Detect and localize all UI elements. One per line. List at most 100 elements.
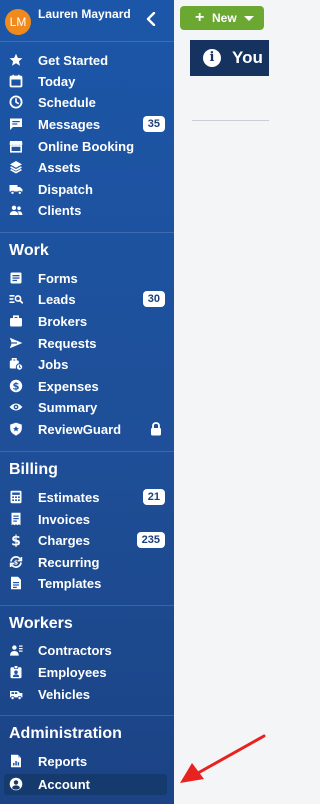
nav-label: Contractors bbox=[38, 643, 112, 658]
nav-label: Invoices bbox=[38, 512, 91, 527]
nav-label: ReviewGuard bbox=[38, 422, 122, 437]
section-title-administration: Administration bbox=[9, 725, 122, 742]
store-icon bbox=[9, 139, 23, 153]
nav-label: Vehicles bbox=[38, 687, 91, 702]
nav-item-estimates[interactable]: Estimates 21 bbox=[0, 487, 174, 508]
new-button-label: New bbox=[212, 11, 237, 25]
count-badge: 30 bbox=[142, 291, 165, 307]
nav-item-templates[interactable]: Templates bbox=[0, 573, 174, 594]
template-icon bbox=[9, 576, 23, 590]
count-badge: 21 bbox=[142, 489, 165, 505]
plus-icon: + bbox=[195, 9, 205, 26]
briefcase-clock-icon bbox=[9, 357, 23, 371]
nav-label: Leads bbox=[38, 292, 76, 307]
truck-icon bbox=[9, 182, 23, 196]
caret-down-icon bbox=[244, 16, 254, 21]
nav-label: Forms bbox=[38, 271, 78, 286]
lock-icon bbox=[150, 422, 162, 436]
nav-item-contractors[interactable]: Contractors bbox=[0, 640, 174, 661]
vehicle-icon bbox=[9, 687, 23, 701]
nav-label: Requests bbox=[38, 336, 97, 351]
nav-label: Messages bbox=[38, 117, 101, 132]
section-title-billing: Billing bbox=[9, 461, 58, 478]
section-divider bbox=[0, 605, 174, 606]
nav-item-leads[interactable]: Leads 30 bbox=[0, 289, 174, 310]
section-title-workers: Workers bbox=[9, 615, 73, 632]
nav-item-summary[interactable]: Summary bbox=[0, 397, 174, 418]
nav-item-forms[interactable]: Forms bbox=[0, 268, 174, 289]
nav-item-today[interactable]: Today bbox=[0, 71, 174, 92]
nav-label: Clients bbox=[38, 203, 82, 218]
nav-label: Brokers bbox=[38, 314, 88, 329]
nav-label: Estimates bbox=[38, 490, 100, 505]
clock-icon bbox=[9, 95, 23, 109]
section-title-work: Work bbox=[9, 242, 49, 259]
nav-item-reviewguard[interactable]: ReviewGuard bbox=[0, 419, 174, 440]
nav-item-reports[interactable]: Reports bbox=[0, 751, 174, 772]
nav-item-messages[interactable]: Messages 35 bbox=[0, 114, 174, 135]
search-list-icon bbox=[9, 292, 23, 306]
nav-item-schedule[interactable]: Schedule bbox=[0, 92, 174, 113]
chevron-left-icon bbox=[146, 12, 156, 26]
users-icon bbox=[9, 203, 23, 217]
nav-item-get-started[interactable]: Get Started bbox=[0, 50, 174, 71]
shield-star-icon bbox=[9, 422, 23, 436]
recurring-icon: $ bbox=[9, 555, 23, 569]
receipt-icon bbox=[9, 512, 23, 526]
dollar-icon: $ bbox=[9, 533, 23, 547]
nav-item-account[interactable]: Account bbox=[4, 774, 167, 795]
dollar-circle-icon: $ bbox=[9, 379, 23, 393]
nav-item-assets[interactable]: Assets bbox=[0, 157, 174, 178]
count-badge: 235 bbox=[136, 532, 165, 548]
nav-item-invoices[interactable]: Invoices bbox=[0, 509, 174, 530]
new-button[interactable]: + New bbox=[180, 6, 264, 30]
nav-label: Schedule bbox=[38, 95, 96, 110]
nav-label: Templates bbox=[38, 576, 102, 591]
nav-item-recurring[interactable]: $ Recurring bbox=[0, 552, 174, 573]
nav-item-dispatch[interactable]: Dispatch bbox=[0, 179, 174, 200]
nav-item-clients[interactable]: Clients bbox=[0, 200, 174, 221]
svg-text:$: $ bbox=[11, 533, 21, 547]
nav-label: Recurring bbox=[38, 555, 100, 570]
message-icon bbox=[9, 117, 23, 131]
banner-text: You bbox=[232, 48, 263, 67]
user-name[interactable]: Lauren Maynard bbox=[38, 7, 138, 21]
calendar-icon bbox=[9, 74, 23, 88]
nav-label: Charges bbox=[38, 533, 91, 548]
briefcase-icon bbox=[9, 314, 23, 328]
nav-label: Assets bbox=[38, 160, 81, 175]
nav-item-brokers[interactable]: Brokers bbox=[0, 311, 174, 332]
calculator-icon bbox=[9, 490, 23, 504]
nav-item-charges[interactable]: $ Charges 235 bbox=[0, 530, 174, 551]
send-icon bbox=[9, 336, 23, 350]
svg-text:$: $ bbox=[13, 382, 20, 393]
nav-item-jobs[interactable]: Jobs bbox=[0, 354, 174, 375]
nav-item-vehicles[interactable]: Vehicles bbox=[0, 684, 174, 705]
nav-label: Expenses bbox=[38, 379, 99, 394]
nav-label: Account bbox=[38, 777, 90, 792]
collapse-sidebar-button[interactable] bbox=[143, 9, 159, 29]
section-divider bbox=[0, 715, 174, 716]
info-banner: i You bbox=[190, 40, 269, 76]
star-icon bbox=[9, 53, 23, 67]
nav-item-expenses[interactable]: $ Expenses bbox=[0, 376, 174, 397]
content-divider bbox=[192, 120, 269, 121]
nav-item-online-booking[interactable]: Online Booking bbox=[0, 136, 174, 157]
nav-label: Today bbox=[38, 74, 76, 89]
nav-label: Jobs bbox=[38, 357, 69, 372]
avatar[interactable]: LM bbox=[5, 9, 31, 35]
svg-text:$: $ bbox=[14, 559, 18, 566]
id-badge-icon bbox=[9, 665, 23, 679]
nav-label: Online Booking bbox=[38, 139, 135, 154]
nav-label: Summary bbox=[38, 400, 98, 415]
eye-icon bbox=[9, 400, 23, 414]
report-icon bbox=[9, 754, 23, 768]
section-divider bbox=[0, 451, 174, 452]
info-icon: i bbox=[203, 49, 221, 67]
nav-item-requests[interactable]: Requests bbox=[0, 333, 174, 354]
nav-label: Reports bbox=[38, 754, 88, 769]
form-icon bbox=[9, 271, 23, 285]
count-badge: 35 bbox=[142, 116, 165, 132]
section-divider bbox=[0, 232, 174, 233]
nav-item-employees[interactable]: Employees bbox=[0, 662, 174, 683]
